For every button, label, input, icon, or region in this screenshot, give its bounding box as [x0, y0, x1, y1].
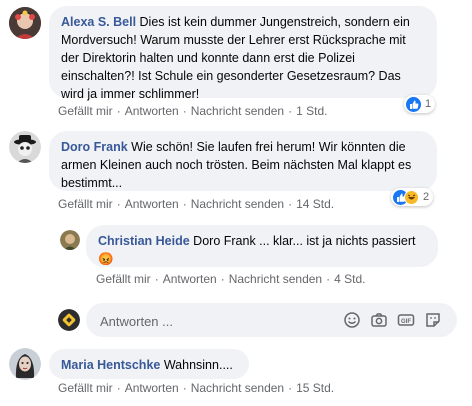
- separator-dot: ·: [116, 381, 121, 395]
- comment-timestamp[interactable]: 14 Std.: [296, 197, 334, 211]
- camera-icon[interactable]: [370, 311, 388, 329]
- svg-text:GIF: GIF: [401, 319, 411, 325]
- angry-emoji-icon: 😡: [98, 252, 114, 266]
- comment-timestamp[interactable]: 4 Std.: [334, 272, 365, 286]
- send-message-link[interactable]: Nachricht senden: [229, 272, 322, 286]
- reply-bubble: Christian Heide Doro Frank ... klar... i…: [86, 225, 438, 267]
- reply-link[interactable]: Antworten: [163, 272, 217, 286]
- comment-bubble: Maria Hentschke Wahnsinn....: [49, 349, 249, 379]
- avatar[interactable]: [9, 131, 41, 163]
- reply-link[interactable]: Antworten: [125, 104, 179, 118]
- sticker-icon[interactable]: [424, 311, 442, 329]
- reply-link[interactable]: Antworten: [125, 197, 179, 211]
- like-link[interactable]: Gefällt mir: [58, 197, 113, 211]
- avatar[interactable]: [9, 348, 41, 380]
- reaction-summary[interactable]: 1: [404, 95, 436, 113]
- separator-dot: ·: [116, 197, 121, 211]
- like-link[interactable]: Gefällt mir: [96, 272, 151, 286]
- emoji-icon[interactable]: [343, 311, 361, 329]
- reply-input-box: GIF: [86, 303, 457, 339]
- haha-reaction-icon: [404, 189, 419, 205]
- send-message-link[interactable]: Nachricht senden: [191, 104, 284, 118]
- like-link[interactable]: Gefällt mir: [58, 381, 113, 395]
- separator-dot: ·: [182, 381, 187, 395]
- comment-timestamp[interactable]: 1 Std.: [296, 104, 327, 118]
- comment-text: Wahnsinn....: [163, 358, 233, 372]
- comment-actions: Gefällt mir · Antworten · Nachricht senden · 1…: [58, 104, 327, 118]
- separator-dot: ·: [182, 197, 187, 211]
- comment-author[interactable]: Alexa S. Bell: [61, 15, 136, 29]
- comment-author[interactable]: Maria Hentschke: [61, 358, 160, 372]
- separator-dot: ·: [326, 272, 331, 286]
- separator-dot: ·: [154, 272, 159, 286]
- reaction-count: 1: [425, 98, 432, 110]
- reaction-summary[interactable]: 2: [391, 188, 434, 206]
- comment-timestamp[interactable]: 15 Std.: [296, 381, 334, 395]
- comment-bubble: Doro Frank Wie schön! Sie laufen frei he…: [49, 131, 437, 191]
- comment-text: Doro Frank ... klar... ist ja nichts pas…: [193, 234, 416, 248]
- comment-actions: Gefällt mir · Antworten · Nachricht senden · 4…: [96, 272, 365, 286]
- separator-dot: ·: [288, 104, 293, 118]
- send-message-link[interactable]: Nachricht senden: [191, 381, 284, 395]
- comment-actions: Gefällt mir · Antworten · Nachricht senden · 1…: [58, 197, 334, 211]
- avatar[interactable]: [60, 230, 80, 250]
- comment-author[interactable]: Christian Heide: [98, 234, 190, 248]
- send-message-link[interactable]: Nachricht senden: [191, 197, 284, 211]
- separator-dot: ·: [288, 381, 293, 395]
- gif-icon[interactable]: GIF: [397, 311, 415, 329]
- comment-actions: Gefällt mir · Antworten · Nachricht senden · 1…: [58, 381, 334, 395]
- avatar[interactable]: [9, 7, 41, 39]
- comment-bubble: Alexa S. Bell Dies ist kein dummer Junge…: [49, 6, 437, 101]
- like-link[interactable]: Gefällt mir: [58, 104, 113, 118]
- separator-dot: ·: [116, 104, 121, 118]
- reaction-count: 2: [423, 191, 430, 203]
- comment-author[interactable]: Doro Frank: [61, 140, 128, 154]
- separator-dot: ·: [288, 197, 293, 211]
- separator-dot: ·: [220, 272, 225, 286]
- like-reaction-icon: [406, 96, 421, 112]
- reply-link[interactable]: Antworten: [125, 381, 179, 395]
- reply-input[interactable]: [98, 303, 322, 339]
- current-user-avatar: [58, 309, 80, 331]
- separator-dot: ·: [182, 104, 187, 118]
